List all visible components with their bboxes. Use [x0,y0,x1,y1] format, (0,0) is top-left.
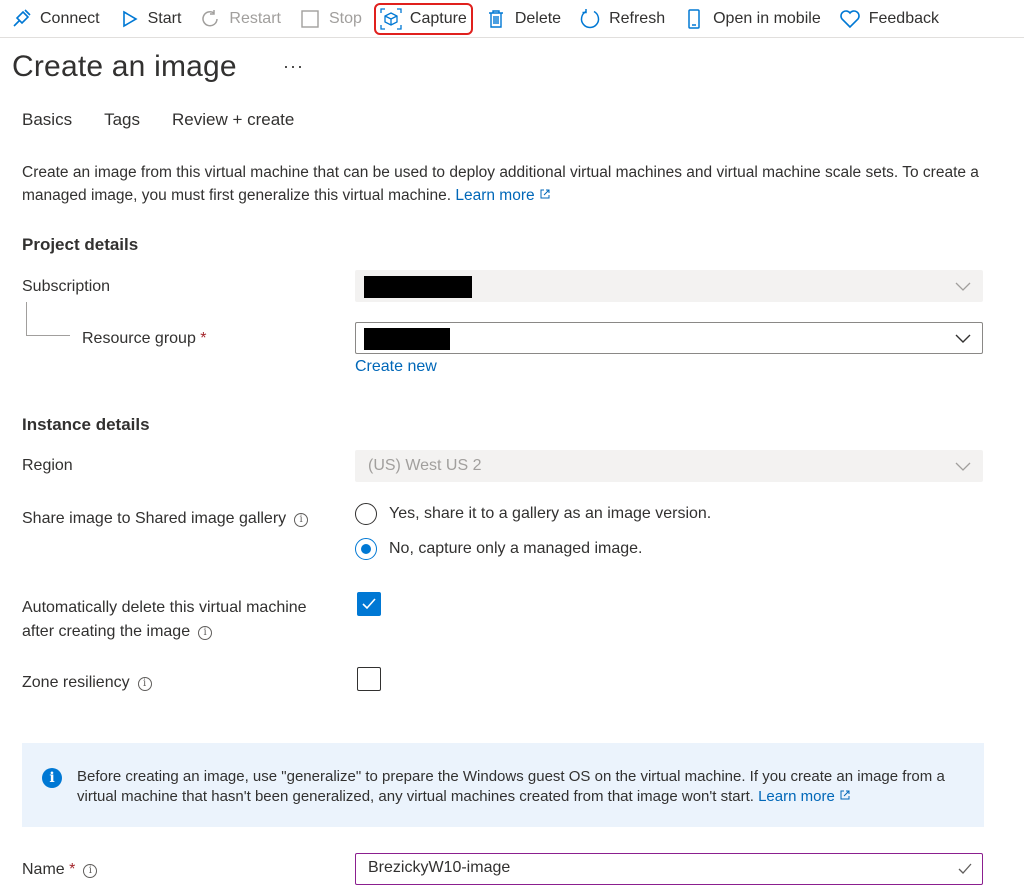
refresh-button[interactable]: Refresh [579,3,665,35]
name-input-wrapper [355,853,983,885]
chevron-down-icon [955,282,971,291]
info-icon: i [137,677,152,691]
region-value: (US) West US 2 [368,457,482,474]
region-label: Region [22,457,73,474]
chevron-down-icon [955,462,971,471]
plug-icon [10,8,32,30]
refresh-icon [579,8,601,30]
refresh-label: Refresh [609,9,666,27]
resource-group-select[interactable] [355,322,983,354]
auto-delete-checkbox[interactable] [357,592,381,616]
start-label: Start [147,9,182,27]
external-link-icon [540,189,550,199]
info-icon: i [83,864,98,878]
redacted-value [364,328,450,350]
tab-list: Basics Tags Review + create [22,110,326,138]
open-in-mobile-button[interactable]: Open in mobile [683,3,821,35]
capture-icon [380,7,402,30]
create-new-link[interactable]: Create new [355,358,437,376]
subscription-select [355,270,983,302]
generalize-notice: i Before creating an image, use "general… [22,743,984,827]
notice-text: Before creating an image, use "generaliz… [77,768,945,805]
stop-icon [299,8,321,30]
capture-button[interactable]: Capture [373,2,473,35]
chevron-down-icon [955,334,971,343]
project-details-heading: Project details [22,235,139,254]
radio-unchecked[interactable] [355,503,377,525]
zone-resiliency-checkbox[interactable] [357,667,381,691]
info-icon: i [294,513,309,527]
info-icon: i [198,626,213,640]
tree-connector [26,302,70,336]
share-no-option[interactable]: No, capture only a managed image. [355,538,642,560]
feedback-button[interactable]: Feedback [839,3,939,35]
heart-icon [839,8,861,30]
checkmark-icon [362,598,376,610]
radio-checked[interactable] [355,538,377,560]
share-yes-option[interactable]: Yes, share it to a gallery as an image v… [355,503,711,525]
command-bar: Connect Start Restart Stop Capture Delet… [0,0,1024,38]
restart-icon [199,8,221,30]
instance-details-heading: Instance details [22,415,150,434]
page-description: Create an image from this virtual machin… [22,161,982,207]
share-yes-label: Yes, share it to a gallery as an image v… [389,505,712,522]
auto-delete-label: Automatically delete this virtual machin… [22,599,307,640]
learn-more-link[interactable]: Learn more [455,187,551,204]
start-button[interactable]: Start [118,3,182,35]
delete-button[interactable]: Delete [485,3,561,35]
name-label: Name * i [22,858,98,882]
stop-label: Stop [328,9,362,27]
capture-label: Capture [409,9,467,27]
redacted-value [364,276,472,298]
tab-basics[interactable]: Basics [22,110,72,138]
page-title: Create an image [12,50,237,83]
connect-button[interactable]: Connect [10,3,100,35]
resource-group-label: Resource group * [82,330,207,347]
delete-label: Delete [514,9,562,27]
notice-learn-more-link[interactable]: Learn more [758,788,851,805]
restart-button[interactable]: Restart [199,3,281,35]
play-icon [118,8,140,30]
share-no-label: No, capture only a managed image. [389,540,643,557]
valid-check-icon [958,863,972,874]
feedback-label: Feedback [868,9,939,27]
stop-button[interactable]: Stop [299,3,362,35]
external-link-icon [840,790,850,800]
mobile-icon [683,8,705,30]
connect-label: Connect [40,9,100,27]
restart-label: Restart [229,9,281,27]
tab-review-create[interactable]: Review + create [172,110,294,138]
subscription-label: Subscription [22,278,111,295]
share-gallery-label: Share image to Shared image gallery i [22,507,309,531]
trash-icon [485,8,507,30]
region-select: (US) West US 2 [355,450,983,482]
zone-resiliency-label: Zone resiliency i [22,671,152,695]
name-input[interactable] [368,859,938,877]
info-filled-icon: i [42,768,62,788]
more-options-icon[interactable]: ··· [283,56,304,77]
open-in-mobile-label: Open in mobile [713,9,821,27]
tab-tags[interactable]: Tags [104,110,140,138]
